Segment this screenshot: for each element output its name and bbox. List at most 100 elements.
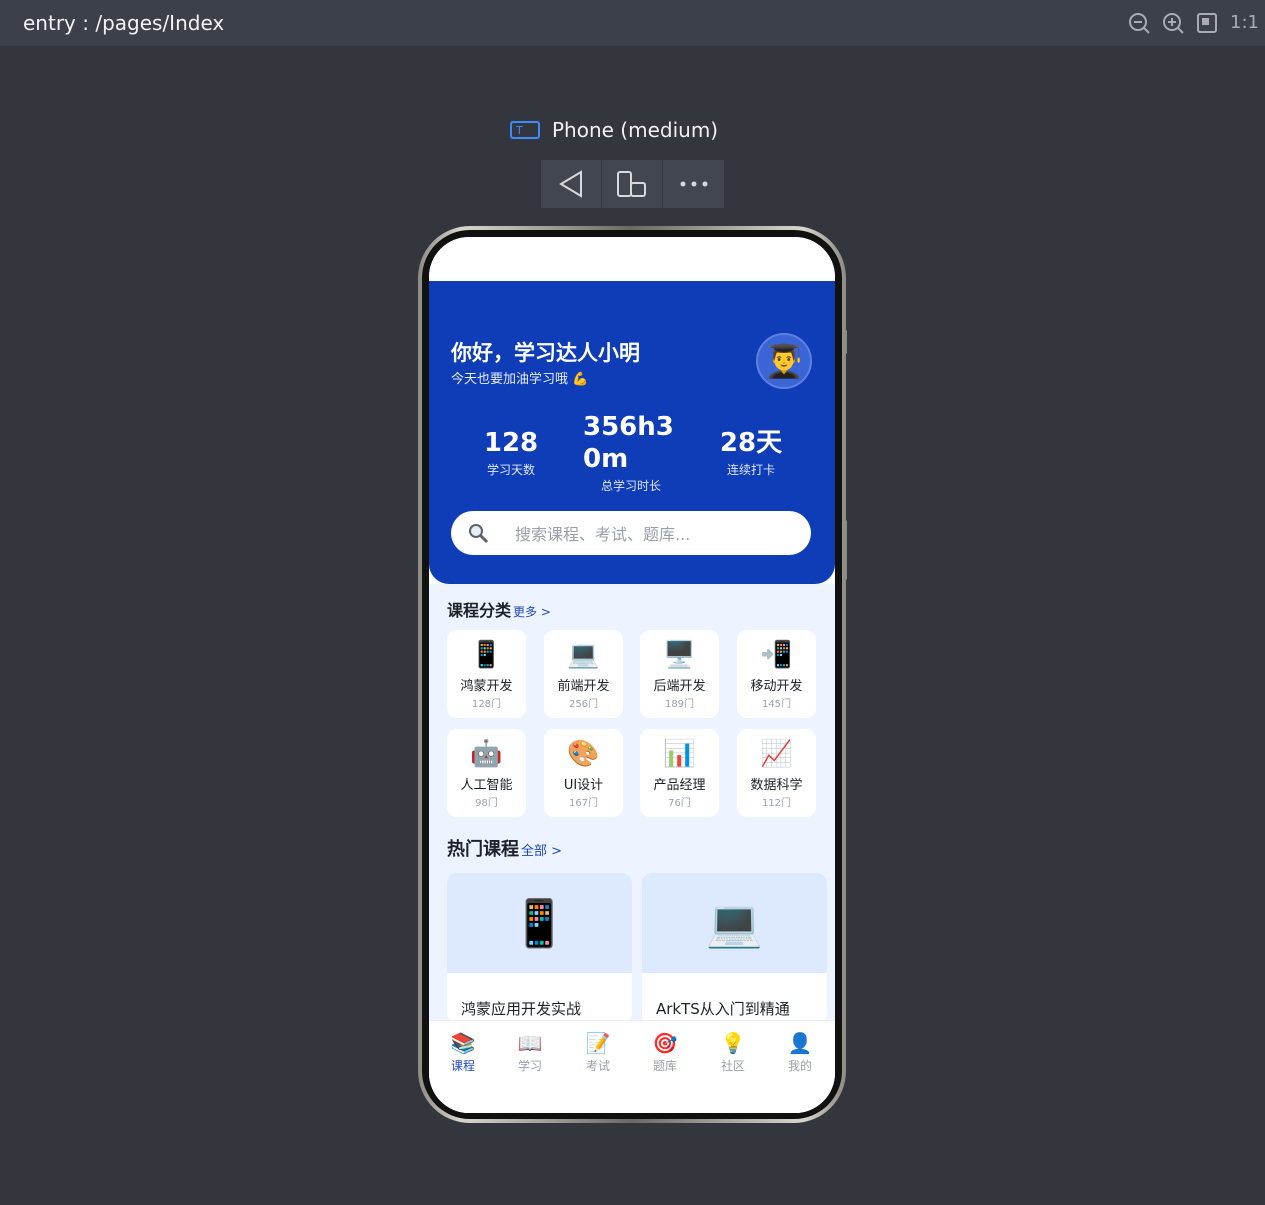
tab-2[interactable]: 📝 考试 xyxy=(568,1031,628,1074)
categories-header: 课程分类 更多 > xyxy=(447,597,551,621)
search-placeholder: 搜索课程、考试、题库... xyxy=(515,525,691,544)
category-count: 112门 xyxy=(761,798,792,809)
zoom-in-icon[interactable] xyxy=(1162,12,1184,34)
all-link[interactable]: 全部 > xyxy=(521,840,562,859)
avatar[interactable]: 👨‍🎓 xyxy=(756,333,812,389)
tab-1[interactable]: 📖 学习 xyxy=(500,1031,560,1074)
stat-study-days: 128 学习天数 xyxy=(469,427,553,478)
tab-icon: 📚 xyxy=(450,1031,476,1055)
category-icon: 🎨 xyxy=(567,739,600,769)
category-card[interactable]: 📲 移动开发 145门 xyxy=(737,630,816,718)
tab-0[interactable]: 📚 课程 xyxy=(433,1031,493,1074)
category-count: 189门 xyxy=(664,699,695,710)
tab-icon: 📝 xyxy=(585,1031,611,1055)
back-button[interactable] xyxy=(541,160,602,208)
tab-label: 我的 xyxy=(787,1059,812,1073)
bottom-tab-bar: 📚 课程 📖 学习 📝 考试 🎯 题库 💡 社区 👤 我的 xyxy=(429,1020,835,1113)
category-name: UI设计 xyxy=(563,778,604,793)
header-banner: 你好，学习达人小明 今天也要加油学习哦 💪 👨‍🎓 128 学习天数 356h3… xyxy=(429,281,835,584)
tab-5[interactable]: 👤 我的 xyxy=(770,1031,830,1074)
course-card[interactable]: 💻 ArkTS从入门到精通 xyxy=(642,873,827,1023)
category-count: 256门 xyxy=(568,699,599,710)
zoom-tools: 1:1 xyxy=(1128,12,1259,34)
category-icon: 🖥️ xyxy=(663,640,696,670)
stat-total-time: 356h30m 总学习时长 xyxy=(579,411,683,494)
category-name: 数据科学 xyxy=(750,778,803,793)
course-card[interactable]: 📱 鸿蒙应用开发实战 xyxy=(447,873,632,1023)
category-count: 76门 xyxy=(668,798,691,809)
status-bar xyxy=(429,237,835,281)
stat-value: 28天 xyxy=(719,428,783,458)
tab-icon: 💡 xyxy=(720,1031,746,1055)
category-card[interactable]: 🤖 人工智能 98门 xyxy=(447,729,526,817)
category-card[interactable]: 📱 鸿蒙开发 128门 xyxy=(447,630,526,718)
tab-4[interactable]: 💡 社区 xyxy=(703,1031,763,1074)
category-icon: 📈 xyxy=(760,739,793,769)
back-triangle-icon xyxy=(559,170,582,198)
search-input[interactable]: 搜索课程、考试、题库... xyxy=(451,511,811,555)
stat-value: 128 xyxy=(483,428,539,458)
category-name: 人工智能 xyxy=(460,778,513,793)
tab-icon: 🎯 xyxy=(652,1031,678,1055)
category-card[interactable]: 📊 产品经理 76门 xyxy=(640,729,719,817)
more-button[interactable] xyxy=(663,160,724,208)
stat-label: 学习天数 xyxy=(486,463,535,477)
actual-size-button[interactable]: 1:1 xyxy=(1230,12,1259,34)
course-thumbnail: 💻 xyxy=(642,873,827,973)
course-title: ArkTS从入门到精通 xyxy=(656,1000,790,1018)
category-card[interactable]: 💻 前端开发 256门 xyxy=(544,630,623,718)
svg-text:T: T xyxy=(515,124,523,137)
fit-screen-icon[interactable] xyxy=(1196,12,1218,34)
category-icon: 💻 xyxy=(567,640,600,670)
previewer-toolbar: entry : /pages/Index 1:1 xyxy=(0,0,1265,46)
tab-label: 社区 xyxy=(720,1059,745,1073)
stat-streak: 28天 连续打卡 xyxy=(707,427,795,478)
tab-label: 题库 xyxy=(652,1059,677,1073)
category-count: 145门 xyxy=(761,699,792,710)
category-icon: 📲 xyxy=(760,640,793,670)
category-count: 98门 xyxy=(475,798,498,809)
category-name: 移动开发 xyxy=(750,679,803,694)
zoom-out-icon[interactable] xyxy=(1128,12,1150,34)
category-card[interactable]: 📈 数据科学 112门 xyxy=(737,729,816,817)
device-selector[interactable]: T Phone (medium) xyxy=(510,117,718,143)
greeting-subtitle: 今天也要加油学习哦 💪 xyxy=(451,372,589,387)
category-card[interactable]: 🎨 UI设计 167门 xyxy=(544,729,623,817)
app-screen: 你好，学习达人小明 今天也要加油学习哦 💪 👨‍🎓 128 学习天数 356h3… xyxy=(429,237,835,1113)
tab-label: 考试 xyxy=(585,1059,610,1073)
device-type-icon: T xyxy=(510,121,540,139)
stat-value: 356h30m xyxy=(583,412,674,474)
hot-courses-header: 热门课程 全部 > xyxy=(447,835,562,861)
course-title: 鸿蒙应用开发实战 xyxy=(461,1000,582,1018)
more-link[interactable]: 更多 > xyxy=(513,603,551,620)
rotate-device-icon xyxy=(617,171,646,197)
section-title: 课程分类 xyxy=(447,601,512,620)
device-name: Phone (medium) xyxy=(552,118,719,142)
category-count: 167门 xyxy=(568,798,599,809)
stat-label: 总学习时长 xyxy=(600,479,661,493)
stat-label: 连续打卡 xyxy=(726,463,775,477)
route-label: entry : /pages/Index xyxy=(23,11,225,35)
category-count: 128门 xyxy=(471,699,502,710)
search-icon xyxy=(469,524,489,544)
category-name: 后端开发 xyxy=(653,679,706,694)
tab-label: 课程 xyxy=(450,1059,475,1073)
tab-label: 学习 xyxy=(517,1059,542,1073)
course-thumbnail: 📱 xyxy=(447,873,632,973)
rotate-button[interactable] xyxy=(602,160,663,208)
category-name: 前端开发 xyxy=(557,679,610,694)
more-dots-icon xyxy=(680,181,707,187)
category-name: 鸿蒙开发 xyxy=(460,679,513,694)
device-controls xyxy=(541,160,724,208)
category-card[interactable]: 🖥️ 后端开发 189门 xyxy=(640,630,719,718)
category-icon: 📱 xyxy=(470,640,503,670)
tab-3[interactable]: 🎯 题库 xyxy=(635,1031,695,1074)
section-title: 热门课程 xyxy=(447,839,519,860)
category-icon: 📊 xyxy=(663,739,696,769)
category-name: 产品经理 xyxy=(653,778,706,793)
tab-icon: 📖 xyxy=(517,1031,543,1055)
tab-icon: 👤 xyxy=(787,1031,813,1055)
greeting-title: 你好，学习达人小明 xyxy=(451,341,640,365)
category-icon: 🤖 xyxy=(470,739,503,769)
phone-frame: 你好，学习达人小明 今天也要加油学习哦 💪 👨‍🎓 128 学习天数 356h3… xyxy=(418,226,846,1123)
